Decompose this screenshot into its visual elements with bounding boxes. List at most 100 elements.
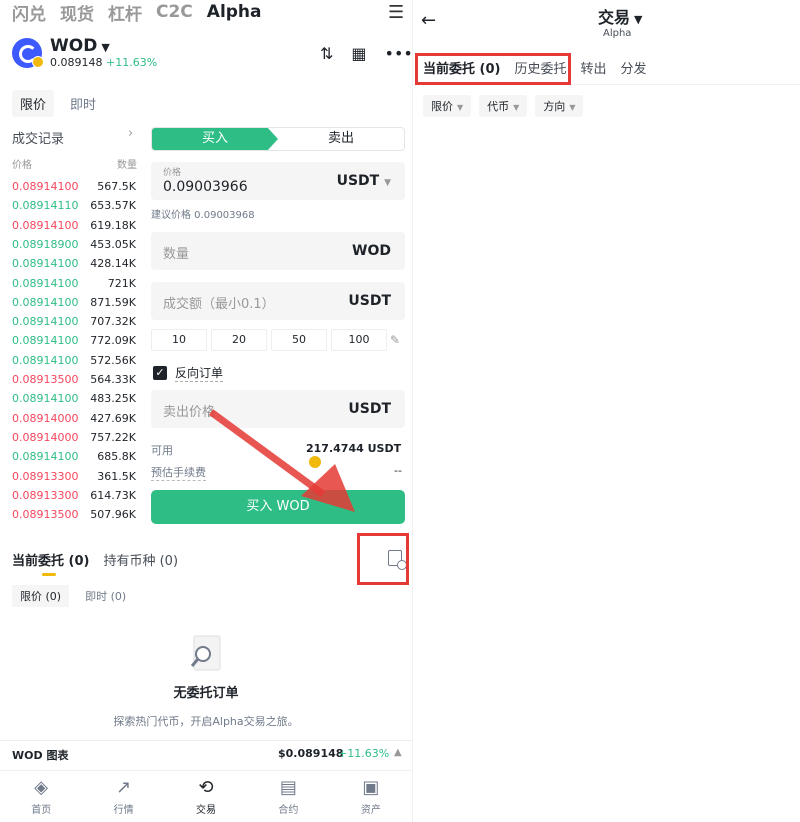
trade-price: 0.08913300 [12,469,79,483]
tab-margin[interactable]: 杠杆 [108,0,142,25]
filter-token[interactable]: 代币 ▼ [479,95,528,117]
nav-home[interactable]: ◈ 首页 [0,771,82,822]
trade-price: 0.08914000 [12,411,79,425]
preset-50[interactable]: 50 [271,329,327,351]
edit-icon[interactable]: ✎ [390,333,400,347]
trade-qty: 361.5K [97,469,136,483]
tab-holdings[interactable]: 持有币种 (0) [103,550,178,569]
page-title[interactable]: 交易 ▼ [598,4,642,28]
trade-price: 0.08914100 [12,276,79,290]
trade-qty: 567.5K [97,180,136,193]
trade-qty: 614.73K [90,488,136,502]
empty-orders-icon [190,635,221,671]
quantity-field[interactable]: 数量 WOD [151,232,405,270]
order-type-tabs: 限价 即时 [12,90,104,117]
trade-price: 0.08913300 [12,488,79,502]
pointer-arrow-icon [208,409,355,512]
trade-price: 0.08914100 [12,450,79,464]
trade-qty: 427.69K [90,411,136,425]
more-icon[interactable]: ••• [385,44,412,63]
candlestick-icon[interactable]: ⇅ [320,44,333,63]
trade-row: 0.08914000 757.22K [12,431,136,450]
caret-down-icon: ▼ [634,13,643,26]
fee-label: 预估手续费 [151,466,206,481]
trade-row: 0.08913300 361.5K [12,470,136,489]
caret-down-icon: ▼ [384,178,391,188]
preset-10[interactable]: 10 [151,329,207,351]
pair-symbol: WOD [50,36,98,56]
qty-header: 数量 [117,160,137,171]
filter-direction[interactable]: 方向 ▼ [535,95,584,117]
trade-row: 0.08914100 721K [12,277,136,296]
trade-qty: 721K [107,276,136,290]
tabs-highlight-box [415,53,571,85]
header-icons: ⇅ ▦ ••• [320,44,412,63]
chevron-right-icon[interactable]: › [128,126,133,141]
trade-row: 0.08913500 507.96K [12,508,136,527]
fee-value: -- [394,464,402,477]
price-change: +11.63% [106,56,158,69]
reverse-order-checkbox[interactable]: ✓ [153,366,167,380]
trade-row: 0.08914100 772.09K [12,334,136,353]
tab-limit[interactable]: 限价 [12,90,55,117]
tab-market[interactable]: 即时 [62,90,104,117]
tab-swap[interactable]: 闪兑 [12,0,46,25]
orders-page: ← 交易 ▼ Alpha 当前委托 (0) 历史委托 转出 分发 限价 ▼ 代币 ▼ … [412,0,800,822]
trade-price: 0.08914100 [12,257,79,271]
trade-price: 0.08918900 [12,237,79,251]
hamburger-icon[interactable]: ☰ [388,2,404,23]
trade-qty: 572.56K [90,353,136,367]
buy-tab[interactable]: 买入 [152,128,278,150]
trade-row: 0.08914110 653.57K [12,199,136,218]
trade-row: 0.08914100 428.14K [12,257,136,276]
calendar-icon[interactable]: ▦ [351,44,366,63]
trade-qty: 685.8K [97,450,136,464]
filter-order-type[interactable]: 限价 ▼ [423,95,472,117]
trade-qty: 428.14K [90,257,136,271]
futures-icon: ▤ [279,777,297,798]
trade-row: 0.08914000 427.69K [12,412,136,431]
trade-row: 0.08913300 614.73K [12,489,136,508]
trade-qty: 453.05K [90,237,136,251]
tab-withdraw[interactable]: 转出 [580,58,606,77]
suggested-price: 建议价格 0.09003968 [151,210,255,221]
sub-tab-limit[interactable]: 限价 (0) [12,585,70,607]
preset-20[interactable]: 20 [211,329,267,351]
pair-selector[interactable]: WOD ▼ [50,36,110,56]
filters: 限价 ▼ 代币 ▼ 方向 ▼ [423,95,584,117]
amount-placeholder: 成交额（最小0.1） [163,297,275,312]
tab-distribution[interactable]: 分发 [621,58,647,77]
trades-title[interactable]: 成交记录 [12,128,64,147]
history-highlight-box [357,533,409,585]
price-unit[interactable]: USDT ▼ [337,173,391,189]
nav-markets[interactable]: ↗ 行情 [82,771,164,822]
price-field[interactable]: 价格 0.09003966 USDT ▼ [151,162,405,200]
sub-tab-market[interactable]: 即时 (0) [77,585,134,607]
amount-field[interactable]: 成交额（最小0.1） USDT [151,282,405,320]
trade-price: 0.08914100 [12,315,79,329]
tab-c2c[interactable]: C2C [156,2,193,22]
chart-change: +11.63% [338,747,390,760]
top-nav: 闪兑 现货 杠杆 C2C Alpha [12,0,262,25]
chart-price: $0.089148 [278,747,344,760]
preset-100[interactable]: 100 [331,329,387,351]
chart-bar[interactable]: WOD 图表 $0.089148 +11.63% ▲ [0,740,412,768]
nav-assets[interactable]: ▣ 资产 [330,771,412,822]
trade-row: 0.08914100 572.56K [12,354,136,373]
sell-tab[interactable]: 卖出 [278,128,404,150]
chevron-up-icon[interactable]: ▲ [394,747,402,758]
trade-qty: 483.25K [90,392,136,406]
tab-spot[interactable]: 现货 [60,0,94,25]
trade-price: 0.08914100 [12,180,79,193]
trade-row: 0.08914100 619.18K [12,219,136,238]
caret-down-icon: ▼ [101,41,110,54]
nav-futures[interactable]: ▤ 合约 [247,771,329,822]
trade-price: 0.08914100 [12,334,79,348]
back-arrow-icon[interactable]: ← [421,10,436,31]
last-price: 0.089148 [50,56,103,69]
trade-row: 0.08918900 453.05K [12,238,136,257]
nav-trade[interactable]: ⟲ 交易 [165,771,247,822]
tab-current-orders[interactable]: 当前委托 (0) [12,550,89,569]
tab-alpha[interactable]: Alpha [207,2,262,22]
preset-buttons: 10 20 50 100 [151,329,387,351]
